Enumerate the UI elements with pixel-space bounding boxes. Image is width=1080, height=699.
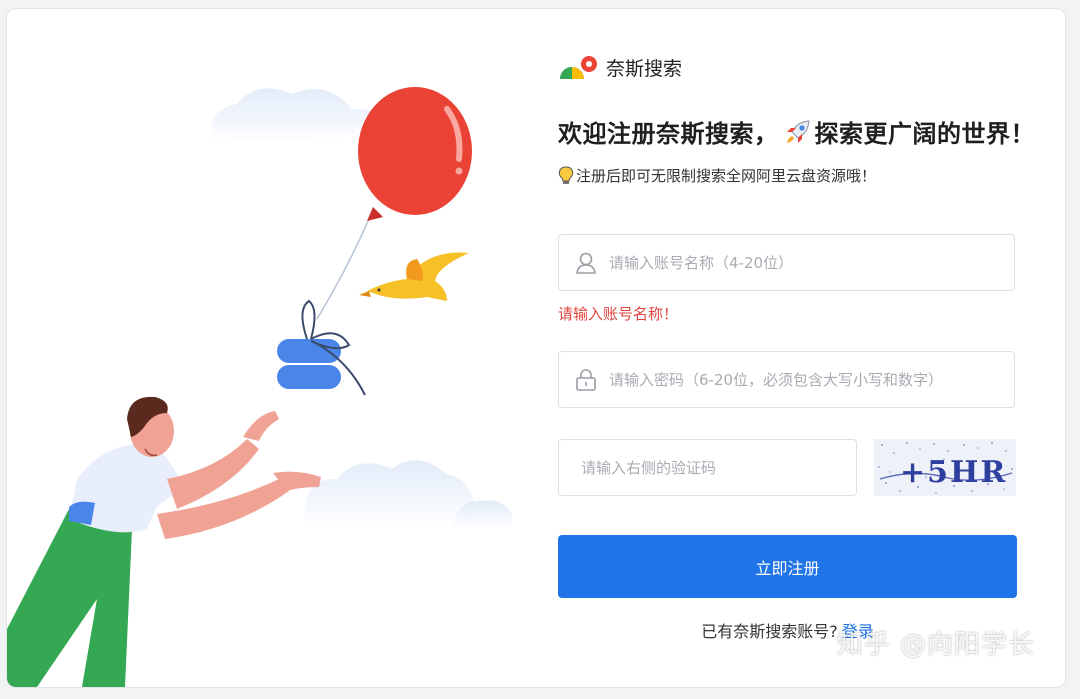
cloud-shape bbox=[305, 460, 477, 529]
captcha-field[interactable] bbox=[558, 439, 857, 496]
captcha-input[interactable] bbox=[559, 440, 856, 495]
balloon-string bbox=[316, 218, 370, 320]
register-button[interactable]: 立即注册 bbox=[558, 535, 1017, 598]
balloon bbox=[358, 87, 472, 221]
password-field[interactable] bbox=[558, 351, 1015, 408]
nice-search-logo-icon bbox=[560, 56, 597, 79]
watermark: 知乎 @向阳学长 bbox=[836, 630, 1035, 660]
brand-name: 奈斯搜索 bbox=[606, 57, 683, 80]
tip-text: 注册后即可无限制搜索全网阿里云盘资源哦！ bbox=[558, 165, 876, 186]
login-prompt-text: 已有奈斯搜索账号? bbox=[701, 622, 838, 641]
password-input[interactable] bbox=[609, 352, 1014, 407]
username-field[interactable] bbox=[558, 234, 1015, 291]
page-title: 欢迎注册奈斯搜索， 探索更广阔的世界！ bbox=[558, 114, 1035, 149]
register-card: 奈斯搜索 欢迎注册奈斯搜索， 探索更广阔的世界！ 注册后即可无限制搜索全网阿里云… bbox=[6, 8, 1066, 688]
rocket-icon bbox=[786, 119, 810, 143]
brand: 奈斯搜索 bbox=[558, 53, 682, 81]
username-error: 请输入账号名称！ bbox=[558, 305, 679, 323]
tip-label: 注册后即可无限制搜索全网阿里云盘资源哦！ bbox=[576, 167, 877, 185]
username-input[interactable] bbox=[609, 235, 1014, 290]
gift bbox=[277, 299, 366, 396]
register-form: 奈斯搜索 欢迎注册奈斯搜索， 探索更广阔的世界！ 注册后即可无限制搜索全网阿里云… bbox=[558, 9, 1035, 687]
headline-part1: 欢迎注册奈斯搜索， bbox=[558, 120, 779, 148]
captcha-text: +5HR bbox=[900, 455, 1007, 490]
lock-icon bbox=[576, 368, 596, 391]
bird bbox=[359, 252, 469, 301]
captcha-image[interactable]: +5HR bbox=[874, 439, 1016, 496]
person bbox=[7, 396, 321, 687]
user-icon bbox=[576, 252, 596, 274]
lightbulb-icon bbox=[558, 165, 574, 184]
headline-part2: 探索更广阔的世界！ bbox=[814, 120, 1035, 148]
illustration bbox=[7, 87, 512, 687]
